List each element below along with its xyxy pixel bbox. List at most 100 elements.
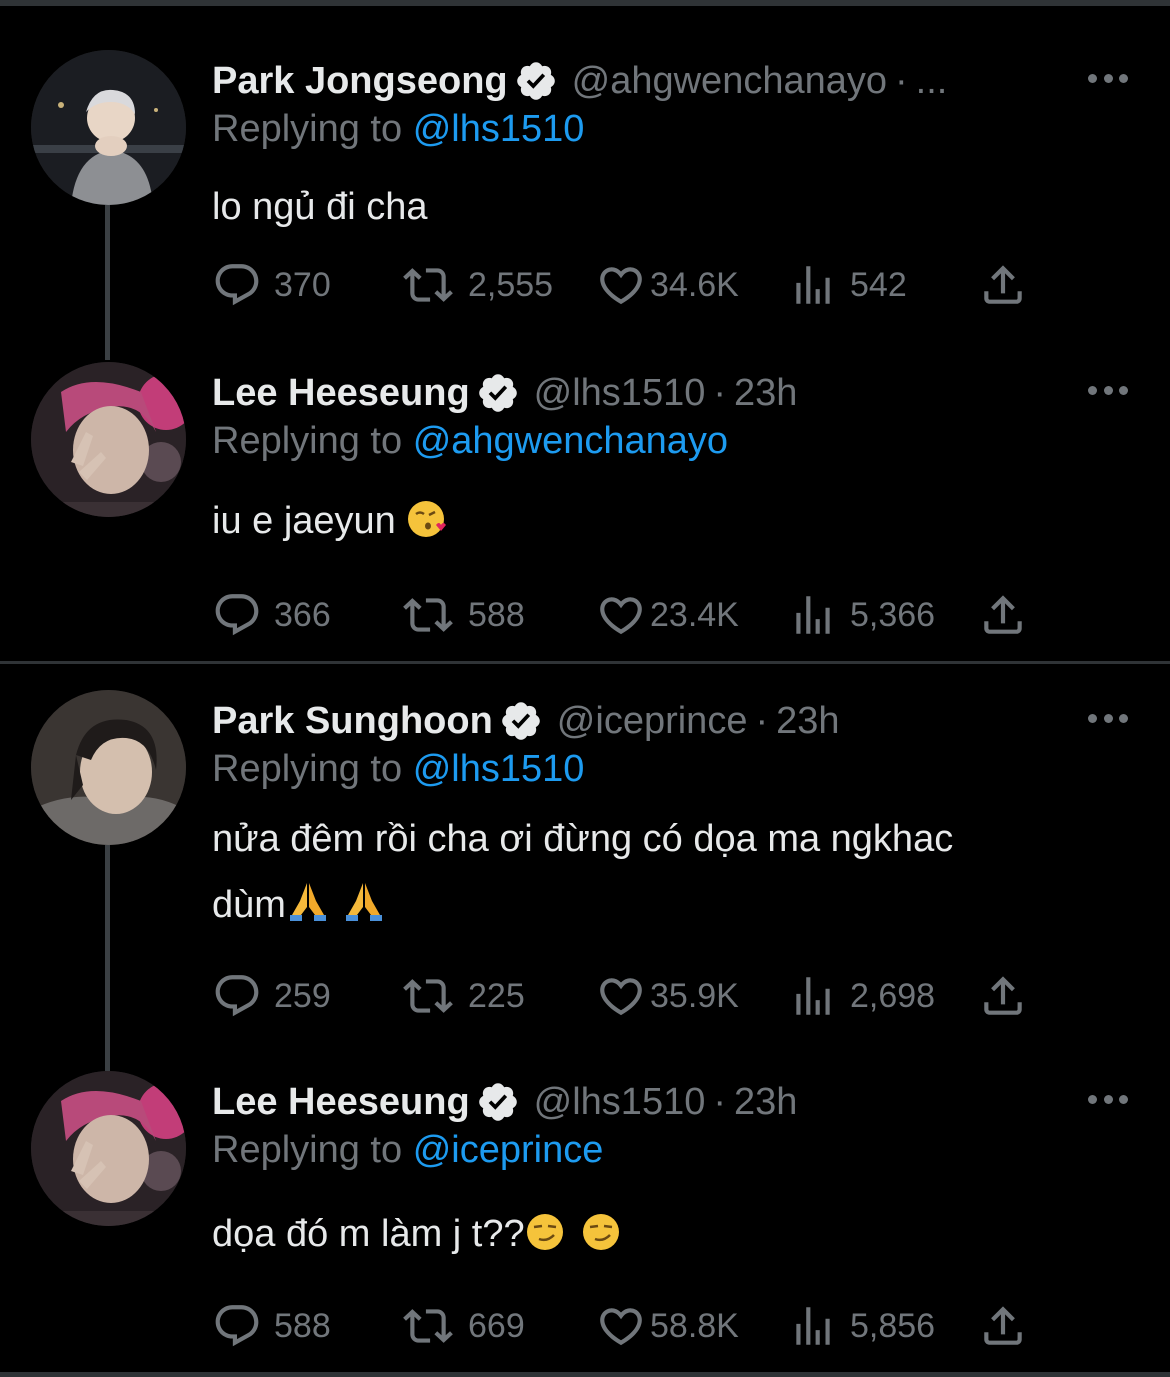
retweet-button[interactable]: 588 (400, 592, 525, 638)
views-count: 5,856 (850, 1306, 936, 1345)
tweet-3[interactable]: Park Sunghoon @iceprince · 23h Replying … (0, 642, 1170, 1071)
views-button[interactable]: 5,366 (788, 592, 935, 638)
tweet-header: Park Jongseong @ahgwenchanayo · ... (212, 58, 947, 104)
separator: · (713, 1080, 726, 1123)
handle[interactable]: @iceprince (557, 700, 748, 743)
avatar[interactable] (31, 362, 186, 517)
display-name[interactable]: Park Jongseong (212, 60, 508, 103)
mention-link[interactable]: @lhs1510 (413, 748, 585, 790)
views-icon (788, 260, 838, 310)
timestamp[interactable]: ... (916, 60, 948, 103)
folded-hands-emoji-icon (289, 883, 326, 921)
retweet-count: 669 (468, 1306, 525, 1345)
like-button[interactable]: 34.6K (596, 262, 739, 308)
retweet-button[interactable]: 225 (400, 973, 525, 1019)
reply-button[interactable]: 588 (212, 1303, 331, 1349)
action-bar: 259 225 35.9K 2,698 (212, 973, 1072, 1019)
verified-badge-icon (476, 1080, 520, 1124)
like-icon (596, 1301, 646, 1351)
display-name[interactable]: Park Sunghoon (212, 700, 493, 743)
reply-button[interactable]: 259 (212, 973, 331, 1019)
share-button[interactable] (978, 973, 1028, 1019)
tweet-text-line-1: nửa đêm rồi cha ơi đừng có dọa ma ngkhac (212, 818, 954, 860)
views-icon (788, 590, 838, 640)
display-name[interactable]: Lee Heeseung (212, 1081, 470, 1124)
mention-link[interactable]: @lhs1510 (413, 108, 585, 150)
views-count: 2,698 (850, 976, 936, 1015)
retweet-button[interactable]: 2,555 (400, 262, 553, 308)
handle[interactable]: @ahgwenchanayo (572, 60, 887, 103)
retweet-count: 2,555 (468, 265, 554, 304)
reply-button[interactable]: 366 (212, 592, 331, 638)
action-bar: 370 2,555 34.6K 542 (212, 262, 1072, 308)
tweet-text-content: iu e jaeyun (212, 500, 407, 542)
tweet-text: iu e jaeyun (212, 488, 1112, 554)
more-icon[interactable] (1088, 72, 1128, 84)
views-button[interactable]: 2,698 (788, 973, 935, 1019)
avatar[interactable] (31, 690, 186, 845)
smirking-face-emoji-icon (582, 1214, 619, 1250)
replying-to: Replying to @ahgwenchanayo (212, 420, 728, 463)
verified-badge-icon (476, 371, 520, 415)
more-icon[interactable] (1088, 712, 1128, 724)
tweet-text-content: lo ngủ đi cha (212, 186, 428, 228)
more-icon[interactable] (1088, 1093, 1128, 1105)
action-bar: 588 669 58.8K 5,856 (212, 1303, 1072, 1349)
verified-badge-icon (499, 699, 543, 743)
views-icon (788, 971, 838, 1021)
share-icon (978, 260, 1028, 310)
tweet-text-content: dùm (212, 884, 286, 926)
replying-to-label: Replying to (212, 108, 403, 150)
like-button[interactable]: 35.9K (596, 973, 739, 1019)
tweet-text: dọa đó m làm j t?? (212, 1201, 1112, 1267)
share-button[interactable] (978, 262, 1028, 308)
timestamp[interactable]: 23h (776, 700, 839, 743)
mention-link[interactable]: @ahgwenchanayo (413, 420, 728, 462)
retweet-count: 225 (468, 976, 525, 1015)
like-count: 35.9K (650, 976, 739, 1015)
share-icon (978, 971, 1028, 1021)
like-button[interactable]: 23.4K (596, 592, 739, 638)
tweet-text-content: dọa đó m làm j t?? (212, 1213, 525, 1255)
like-button[interactable]: 58.8K (596, 1303, 739, 1349)
views-icon (788, 1301, 838, 1351)
action-bar: 366 588 23.4K 5,366 (212, 592, 1072, 638)
more-icon[interactable] (1088, 384, 1128, 396)
views-count: 5,366 (850, 595, 936, 634)
handle[interactable]: @lhs1510 (534, 1081, 706, 1124)
views-button[interactable]: 5,856 (788, 1303, 935, 1349)
kissing-face-emoji-icon (408, 501, 447, 537)
share-icon (978, 1301, 1028, 1351)
tweet-text: nửa đêm rồi cha ơi đừng có dọa ma ngkhac… (212, 806, 1112, 938)
handle[interactable]: @lhs1510 (534, 372, 706, 415)
timestamp[interactable]: 23h (734, 1081, 797, 1124)
retweet-icon (400, 260, 456, 310)
mention-link[interactable]: @iceprince (413, 1129, 604, 1171)
timestamp[interactable]: 23h (734, 372, 797, 415)
avatar[interactable] (31, 1071, 186, 1226)
tweet-text-line-2: dùm (212, 872, 1112, 938)
tweet-1[interactable]: Park Jongseong @ahgwenchanayo · ... Repl… (0, 0, 1170, 360)
bottom-border (0, 1372, 1170, 1377)
replying-to: Replying to @lhs1510 (212, 748, 584, 791)
display-name[interactable]: Lee Heeseung (212, 372, 470, 415)
tweet-header: Park Sunghoon @iceprince · 23h (212, 698, 840, 744)
views-button[interactable]: 542 (788, 262, 907, 308)
tweet-2[interactable]: Lee Heeseung @lhs1510 · 23h Replying to … (0, 312, 1170, 662)
avatar[interactable] (31, 50, 186, 205)
retweet-icon (400, 971, 456, 1021)
smirking-face-emoji-icon (526, 1214, 563, 1250)
reply-button[interactable]: 370 (212, 262, 331, 308)
retweet-button[interactable]: 669 (400, 1303, 525, 1349)
reply-icon (212, 971, 262, 1021)
like-count: 34.6K (650, 265, 739, 304)
reply-count: 588 (274, 1306, 331, 1345)
like-count: 23.4K (650, 595, 739, 634)
replying-to-label: Replying to (212, 748, 403, 790)
share-button[interactable] (978, 1303, 1028, 1349)
retweet-icon (400, 1301, 456, 1351)
separator: · (895, 59, 908, 102)
tweet-text: lo ngủ đi cha (212, 174, 1112, 240)
tweet-4[interactable]: Lee Heeseung @lhs1510 · 23h Replying to … (0, 1023, 1170, 1373)
share-button[interactable] (978, 592, 1028, 638)
